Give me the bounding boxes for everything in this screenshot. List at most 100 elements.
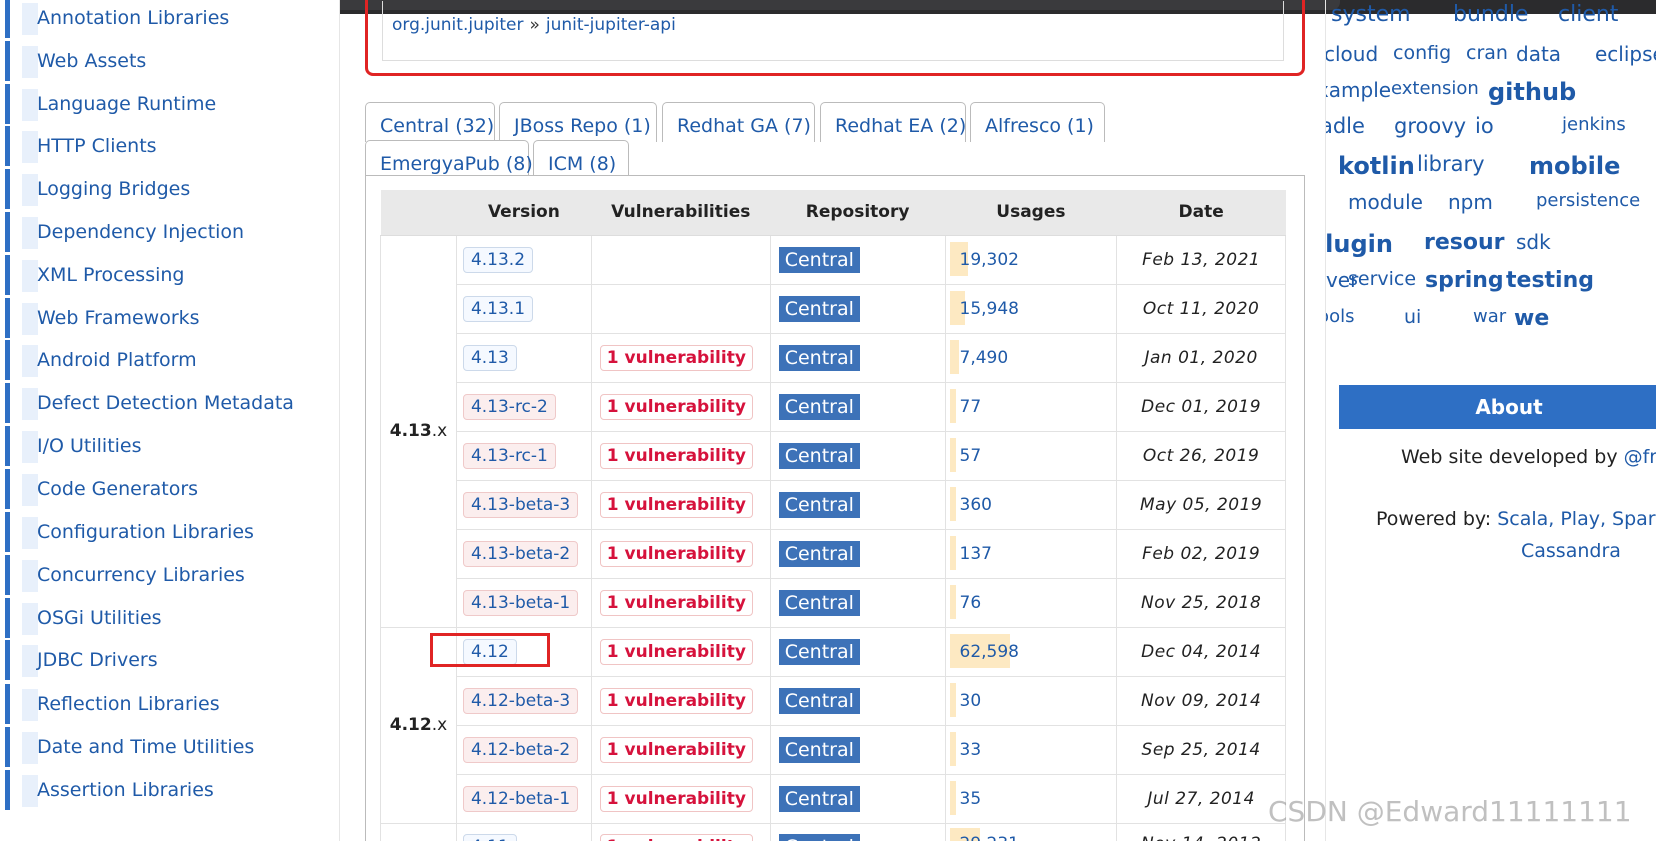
sidebar-item[interactable]: XML Processing bbox=[5, 255, 325, 295]
repository-link[interactable]: Central bbox=[778, 344, 860, 371]
version-link[interactable]: 4.13-beta-1 bbox=[462, 589, 579, 616]
tag-cloud-link[interactable]: github bbox=[1488, 78, 1576, 106]
repository-link[interactable]: Central bbox=[778, 833, 860, 841]
vulnerability-link[interactable]: 1 vulnerability bbox=[599, 393, 753, 420]
usages-link[interactable]: 57 bbox=[952, 446, 982, 466]
sidebar-item[interactable]: JDBC Drivers bbox=[5, 640, 325, 680]
repository-link[interactable]: Central bbox=[778, 736, 860, 763]
sidebar-item[interactable]: Reflection Libraries bbox=[5, 684, 325, 724]
tag-cloud-link[interactable]: groovy bbox=[1394, 114, 1466, 138]
version-link[interactable]: 4.13 bbox=[462, 344, 517, 371]
developer-link[interactable]: @fro bbox=[1624, 446, 1656, 468]
tag-cloud-link[interactable]: testing bbox=[1506, 268, 1594, 293]
repository-link[interactable]: Central bbox=[778, 246, 860, 273]
repository-link[interactable]: Central bbox=[778, 295, 860, 322]
version-link[interactable]: 4.12-beta-1 bbox=[462, 785, 579, 812]
sidebar-item[interactable]: Dependency Injection bbox=[5, 212, 325, 252]
tag-cloud-link[interactable]: client bbox=[1558, 2, 1618, 27]
tag-cloud-link[interactable]: sdk bbox=[1516, 230, 1551, 254]
sidebar-item[interactable]: Code Generators bbox=[5, 469, 325, 509]
sidebar-item-link[interactable]: Configuration Libraries bbox=[37, 521, 254, 543]
vulnerability-link[interactable]: 1 vulnerability bbox=[599, 687, 753, 714]
sidebar-item-link[interactable]: Concurrency Libraries bbox=[37, 564, 245, 586]
sidebar-item-link[interactable]: Defect Detection Metadata bbox=[37, 392, 294, 414]
version-link[interactable]: 4.13-rc-2 bbox=[462, 393, 556, 420]
sidebar-item-link[interactable]: Logging Bridges bbox=[37, 178, 190, 200]
usages-link[interactable]: 62,598 bbox=[952, 642, 1019, 662]
vulnerability-link[interactable]: 1 vulnerability bbox=[599, 491, 753, 518]
repository-link[interactable]: Central bbox=[778, 491, 860, 518]
sidebar-item[interactable]: Language Runtime bbox=[5, 84, 325, 124]
tag-cloud-link[interactable]: mobile bbox=[1529, 152, 1620, 180]
sidebar-item-link[interactable]: Annotation Libraries bbox=[37, 7, 229, 29]
sidebar-item[interactable]: I/O Utilities bbox=[5, 426, 325, 466]
tag-cloud-link[interactable]: ui bbox=[1404, 306, 1421, 328]
usages-link[interactable]: 15,948 bbox=[952, 299, 1019, 319]
sidebar-item[interactable]: Configuration Libraries bbox=[5, 512, 325, 552]
tag-cloud-link[interactable]: persistence bbox=[1536, 190, 1640, 211]
tag-cloud-link[interactable]: resour bbox=[1424, 230, 1505, 255]
sidebar-item-link[interactable]: Assertion Libraries bbox=[37, 779, 214, 801]
sidebar-item[interactable]: HTTP Clients bbox=[5, 126, 325, 166]
repository-link[interactable]: Central bbox=[778, 785, 860, 812]
version-link[interactable]: 4.13.1 bbox=[462, 295, 534, 322]
tag-cloud-link[interactable]: library bbox=[1417, 152, 1485, 176]
version-link[interactable]: 4.12-beta-3 bbox=[462, 687, 579, 714]
tag-cloud-link[interactable]: spring bbox=[1425, 268, 1504, 293]
vulnerability-link[interactable]: 1 vulnerability bbox=[599, 442, 753, 469]
usages-link[interactable]: 7,490 bbox=[952, 348, 1009, 368]
tag-cloud-link[interactable]: we bbox=[1514, 306, 1549, 331]
sidebar-item-link[interactable]: Date and Time Utilities bbox=[37, 736, 254, 758]
tab-repository[interactable]: JBoss Repo (1) bbox=[499, 102, 657, 142]
sidebar-item[interactable]: Annotation Libraries bbox=[5, 0, 325, 38]
sidebar-item-link[interactable]: Code Generators bbox=[37, 478, 198, 500]
tab-repository[interactable]: Redhat GA (7) bbox=[662, 102, 815, 142]
tag-cloud-link[interactable]: bundle bbox=[1453, 2, 1528, 27]
repository-link[interactable]: Central bbox=[778, 540, 860, 567]
version-link[interactable]: 4.12-beta-2 bbox=[462, 736, 579, 763]
usages-link[interactable]: 77 bbox=[952, 397, 982, 417]
sidebar-item[interactable]: Date and Time Utilities bbox=[5, 727, 325, 767]
tag-cloud-link[interactable]: service bbox=[1348, 268, 1416, 290]
tag-cloud-link[interactable]: data bbox=[1516, 42, 1561, 66]
repository-link[interactable]: Central bbox=[778, 393, 860, 420]
sidebar-item[interactable]: Logging Bridges bbox=[5, 169, 325, 209]
version-link[interactable]: 4.11 bbox=[462, 833, 517, 841]
tag-cloud-link[interactable]: plugin bbox=[1326, 230, 1393, 258]
tab-repository[interactable]: Redhat EA (2) bbox=[820, 102, 966, 142]
tag-cloud-link[interactable]: extension bbox=[1391, 78, 1479, 99]
vulnerability-link[interactable]: 1 vulnerability bbox=[599, 833, 753, 841]
vulnerability-link[interactable]: 1 vulnerability bbox=[599, 736, 753, 763]
breadcrumb-group-link[interactable]: org.junit.jupiter bbox=[392, 15, 523, 35]
sidebar-item-link[interactable]: Dependency Injection bbox=[37, 221, 244, 243]
powered-by-cassandra-link[interactable]: Cassandra bbox=[1521, 540, 1621, 562]
sidebar-item-link[interactable]: HTTP Clients bbox=[37, 135, 157, 157]
vulnerability-link[interactable]: 1 vulnerability bbox=[599, 540, 753, 567]
sidebar-item-link[interactable]: Web Frameworks bbox=[37, 307, 200, 329]
tag-cloud-link[interactable]: example bbox=[1326, 78, 1391, 102]
tab-repository[interactable]: Alfresco (1) bbox=[970, 102, 1105, 142]
tag-cloud-link[interactable]: cloud bbox=[1326, 42, 1378, 66]
tag-cloud-link[interactable]: tools bbox=[1326, 306, 1354, 327]
sidebar-item-link[interactable]: Reflection Libraries bbox=[37, 693, 220, 715]
tag-cloud-link[interactable]: kotlin bbox=[1338, 152, 1415, 180]
sidebar-item-link[interactable]: Language Runtime bbox=[37, 93, 216, 115]
sidebar-item-link[interactable]: JDBC Drivers bbox=[37, 649, 158, 671]
breadcrumb-artifact-link[interactable]: junit-jupiter-api bbox=[546, 15, 676, 35]
sidebar-item-link[interactable]: Web Assets bbox=[37, 50, 146, 72]
tag-cloud-link[interactable]: npm bbox=[1448, 190, 1493, 214]
tag-cloud-link[interactable]: gradle bbox=[1326, 114, 1365, 138]
vulnerability-link[interactable]: 1 vulnerability bbox=[599, 785, 753, 812]
usages-link[interactable]: 19,302 bbox=[952, 250, 1019, 270]
repository-link[interactable]: Central bbox=[778, 442, 860, 469]
sidebar-item[interactable]: Concurrency Libraries bbox=[5, 555, 325, 595]
vulnerability-link[interactable]: 1 vulnerability bbox=[599, 344, 753, 371]
repository-link[interactable]: Central bbox=[778, 687, 860, 714]
version-link[interactable]: 4.13-beta-3 bbox=[462, 491, 579, 518]
powered-by-links[interactable]: Scala, Play, Spark, bbox=[1497, 508, 1656, 530]
sidebar-item[interactable]: Android Platform bbox=[5, 340, 325, 380]
usages-link[interactable]: 30 bbox=[952, 691, 982, 711]
tag-cloud-link[interactable]: jenkins bbox=[1562, 114, 1626, 135]
tag-cloud-link[interactable]: config bbox=[1393, 42, 1451, 64]
usages-link[interactable]: 76 bbox=[952, 593, 982, 613]
